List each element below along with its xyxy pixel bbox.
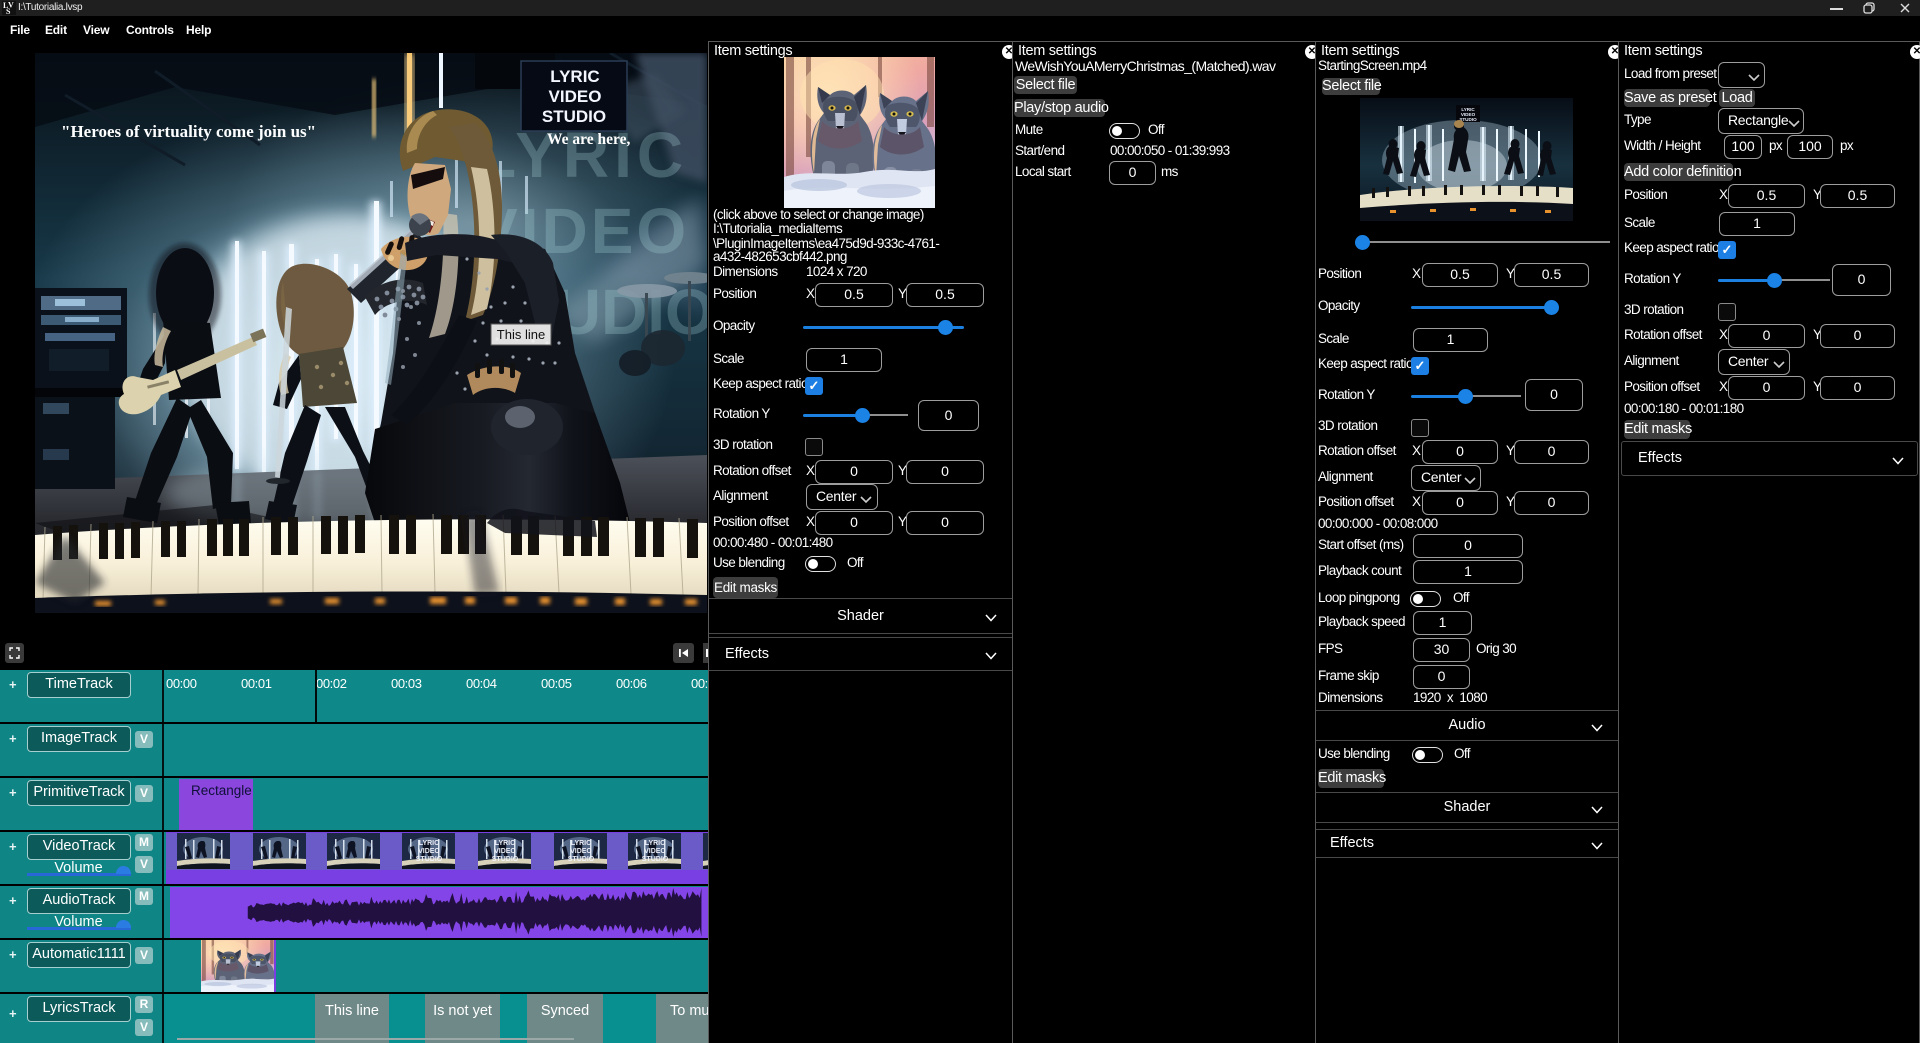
svg-text:LYRIC: LYRIC — [550, 67, 599, 86]
svg-text:VIDEO: VIDEO — [549, 87, 602, 106]
svg-text:STUDIO: STUDIO — [542, 107, 606, 126]
svg-text:"Heroes of virtuality come joi: "Heroes of virtuality come join us" — [61, 122, 316, 141]
svg-text:S: S — [6, 7, 11, 15]
svg-text:We are here,: We are here, — [547, 131, 630, 148]
svg-text:This line: This line — [497, 327, 545, 342]
